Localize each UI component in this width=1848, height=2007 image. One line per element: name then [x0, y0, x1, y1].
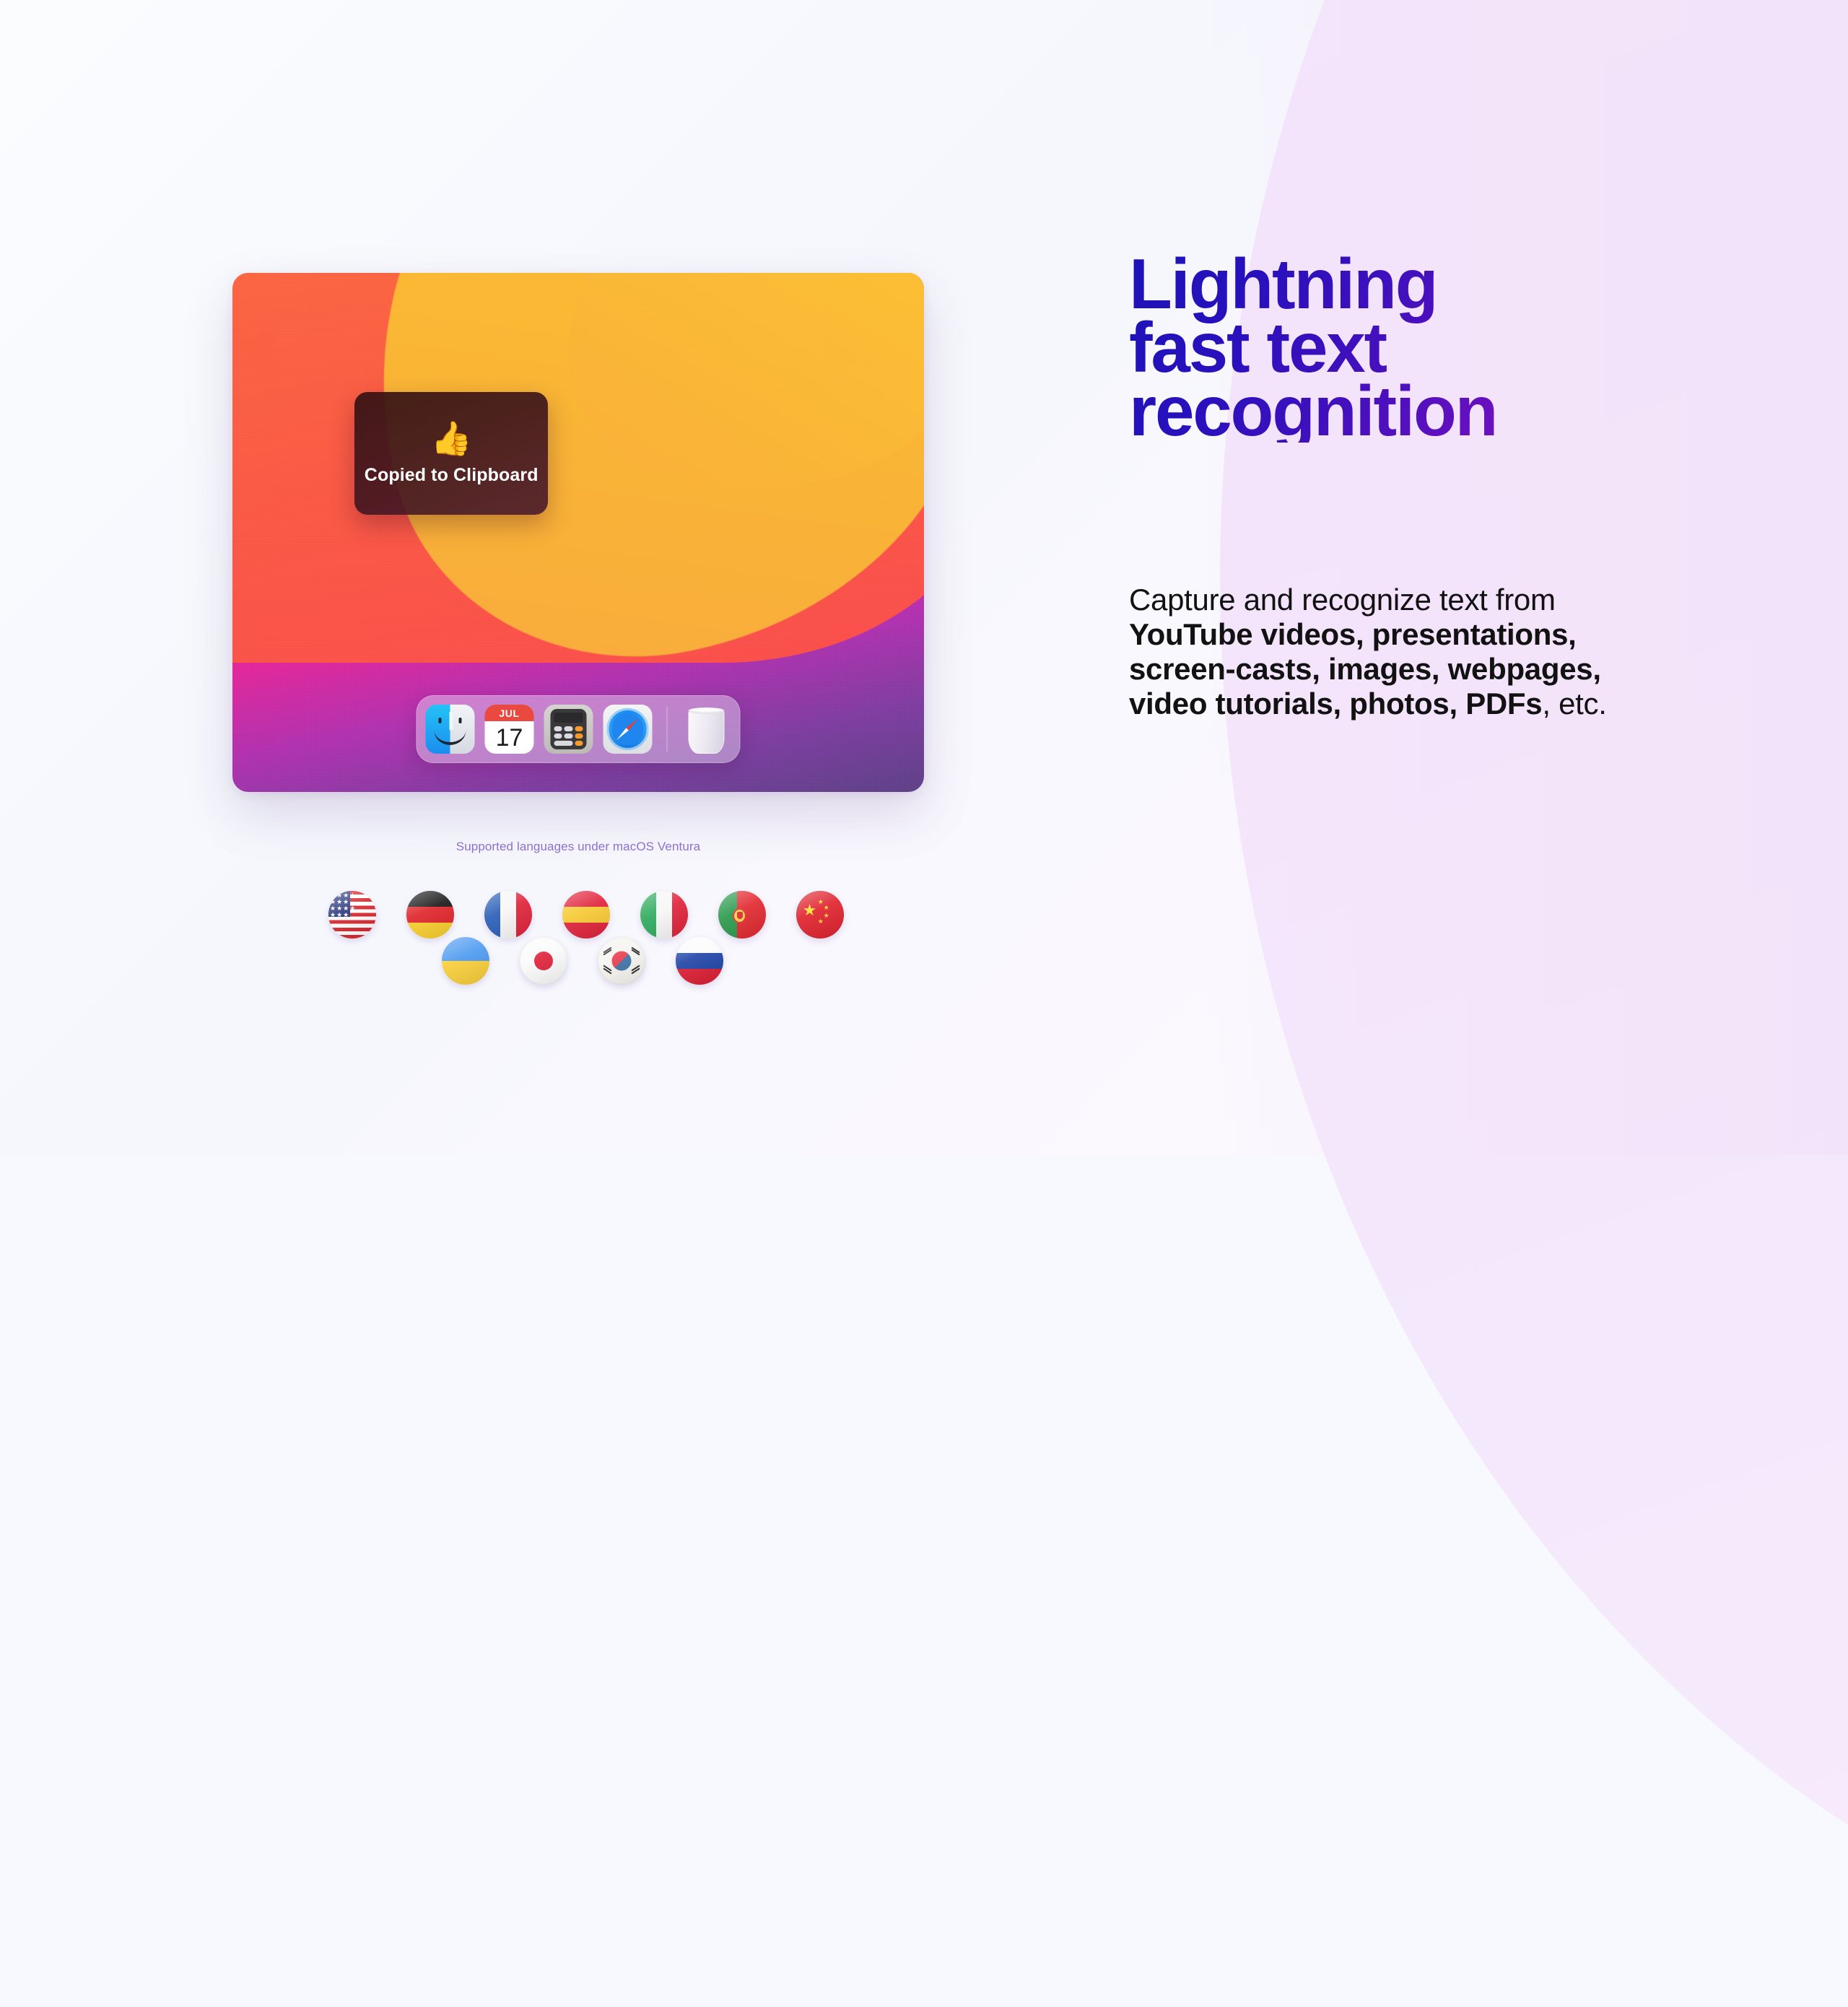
dock-separator: [666, 707, 668, 752]
flag-cn: ★ ★ ★ ★ ★: [796, 891, 844, 939]
headline-line-2: fast text: [1129, 307, 1386, 387]
body-segment-2: , etc.: [1542, 686, 1607, 720]
supported-languages-caption: Supported languages under macOS Ventura: [456, 840, 701, 853]
mac-desktop-window: 👍 Copied to Clipboard JUL 17: [232, 273, 924, 792]
flag-fr: [484, 891, 532, 939]
flag-es: [562, 891, 610, 939]
calendar-month-label: JUL: [484, 705, 534, 722]
thumbs-up-emoji: 👍: [430, 418, 472, 458]
flag-it: [640, 891, 688, 939]
body-description: Capture and recognize text from YouTube …: [1129, 583, 1634, 721]
dock-item-calculator[interactable]: [544, 705, 593, 754]
finder-eye-left: [438, 717, 442, 723]
trash-can-body: [688, 710, 725, 754]
flag-kr: [598, 937, 645, 985]
calendar-day-label: 17: [495, 723, 523, 752]
macos-screenshot-mockup: 👍 Copied to Clipboard JUL 17: [232, 273, 924, 792]
body-segment-1: YouTube videos, presentations, screen-ca…: [1129, 617, 1601, 720]
flag-us: ★★★★ ★★★ ★★★★ ★★★: [328, 891, 376, 939]
flag-ru: [676, 937, 723, 985]
headline-line-1: Lightning: [1129, 243, 1437, 323]
dock-item-calendar[interactable]: JUL 17: [484, 705, 534, 754]
language-flags-row-2: [442, 937, 723, 985]
finder-eye-right: [458, 717, 462, 723]
language-flags-row-1: ★★★★ ★★★ ★★★★ ★★★ ★ ★ ★ ★ ★: [328, 891, 844, 939]
flag-pt: [718, 891, 766, 939]
safari-compass: [606, 708, 649, 750]
calculator-keys: [554, 726, 583, 746]
right-content-column: Lightning fast text recognition Capture …: [1129, 0, 1678, 1155]
dock-item-trash[interactable]: [682, 705, 731, 754]
flag-jp: [520, 937, 567, 985]
flag-de: [406, 891, 454, 939]
body-segment-0: Capture and recognize text from: [1129, 583, 1556, 617]
macos-dock: JUL 17: [416, 695, 741, 763]
flag-ua: [442, 937, 489, 985]
calculator-screen: [554, 713, 583, 723]
calculator-body: [550, 709, 587, 749]
copied-to-clipboard-toast: 👍 Copied to Clipboard: [354, 392, 549, 515]
dock-item-finder[interactable]: [425, 705, 475, 754]
dock-item-safari[interactable]: [603, 705, 653, 754]
headline-line-3: recognition: [1129, 371, 1497, 451]
toast-label: Copied to Clipboard: [364, 464, 539, 485]
page-title: Lightning fast text recognition: [1129, 252, 1649, 443]
